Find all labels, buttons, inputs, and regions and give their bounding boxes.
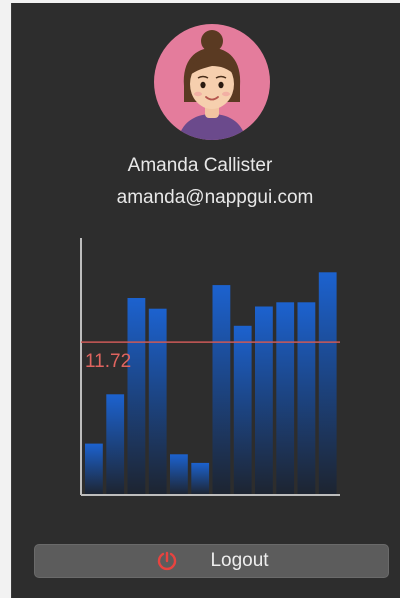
chart-bar <box>318 272 337 495</box>
bar-chart: 11.72 <box>80 238 340 496</box>
chart-bar <box>170 454 188 495</box>
user-email: amanda@nappgui.com <box>116 187 314 208</box>
chart-bar <box>85 443 103 495</box>
left-edge <box>0 0 11 598</box>
chart-bar <box>276 302 295 496</box>
user-avatar <box>154 24 270 140</box>
chart-bar <box>191 462 210 495</box>
avatar-illustration-icon <box>178 30 246 140</box>
chart-bar <box>148 308 167 495</box>
chart-bar <box>212 285 231 495</box>
logout-label: Logout <box>210 550 269 571</box>
logout-button[interactable]: Logout <box>34 544 389 578</box>
chart-bar <box>233 325 252 495</box>
chart-bar <box>255 306 273 495</box>
logout-power-icon <box>158 551 177 571</box>
chart-bar <box>127 298 146 495</box>
chart-bar <box>106 394 125 495</box>
user-name: Amanda Callister <box>127 155 273 176</box>
reference-line-label: 11.72 <box>85 351 131 372</box>
chart-bar <box>297 302 316 496</box>
